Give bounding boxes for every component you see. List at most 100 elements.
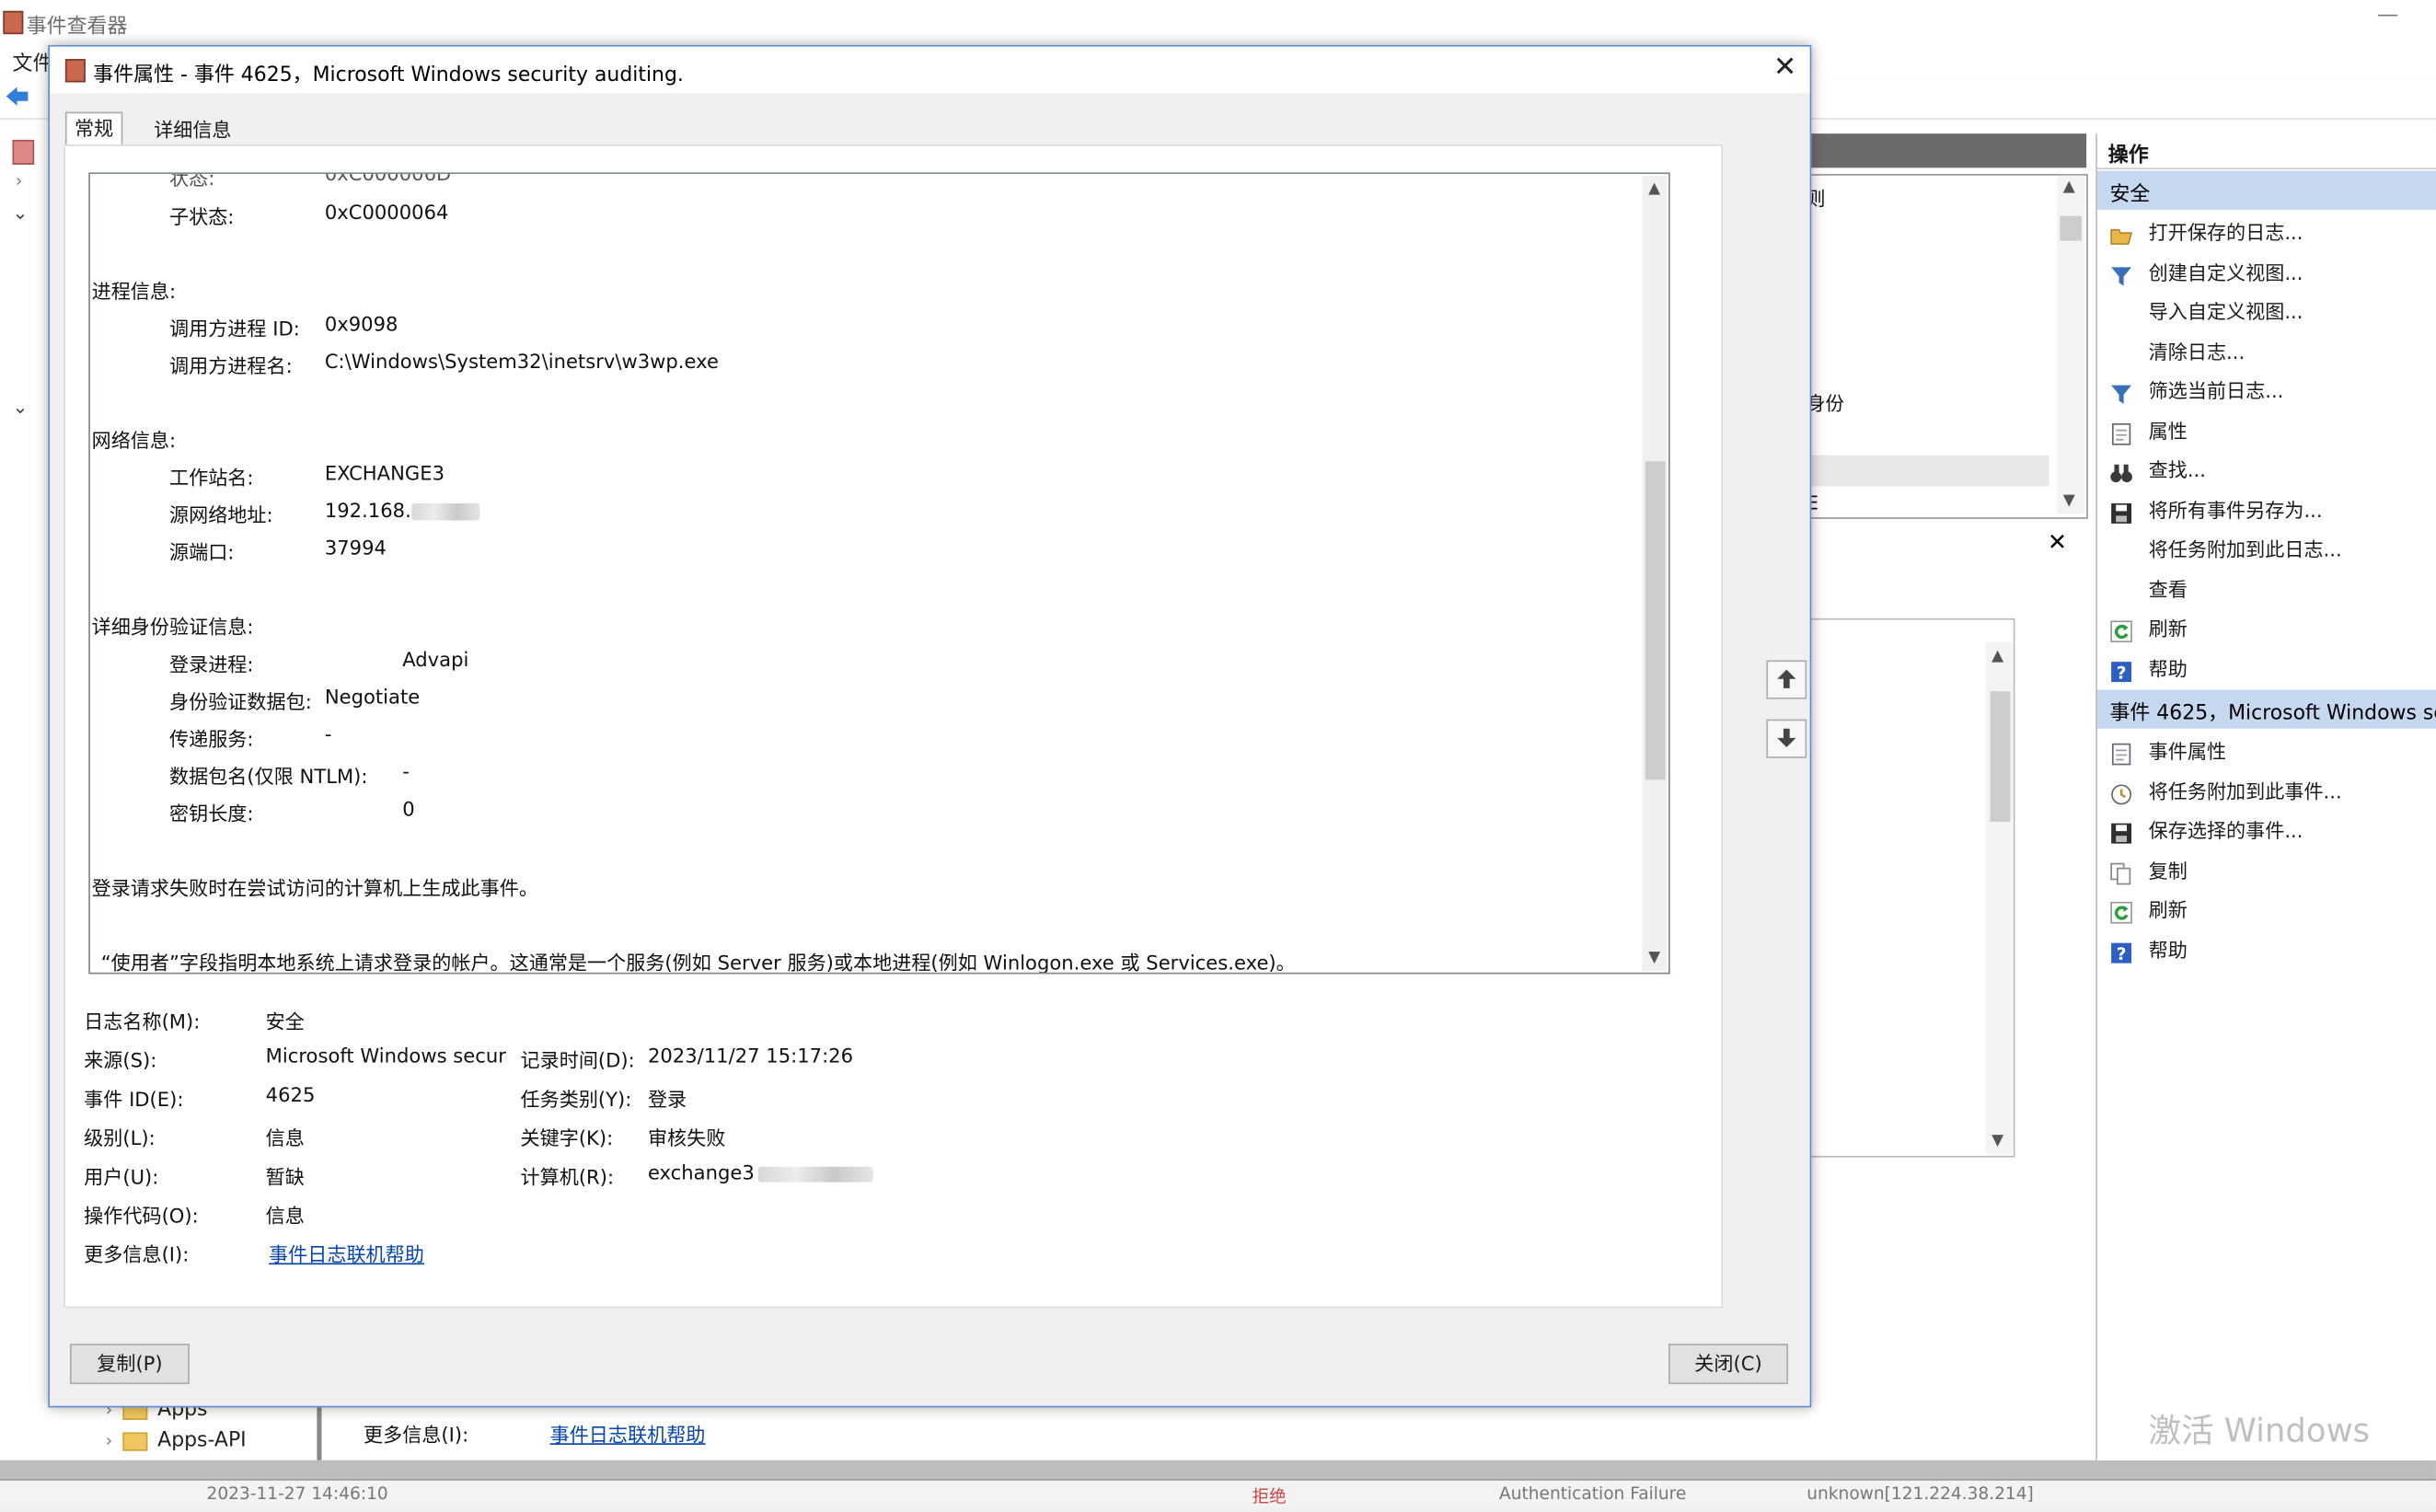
blank-icon [2109, 574, 2132, 597]
save-icon [2109, 815, 2132, 844]
tree-collapse-icon[interactable]: ⌄ [13, 202, 29, 224]
event-viewer-icon [3, 10, 24, 35]
action-log-item[interactable]: 创建自定义视图... [2097, 249, 2436, 288]
refresh-icon [2109, 614, 2132, 643]
copy-icon [2109, 855, 2132, 884]
back-arrow-icon[interactable] [5, 86, 29, 108]
action-event-item[interactable]: 刷新 [2097, 887, 2436, 926]
preview-scrollbar[interactable]: ▲ ▼ [1985, 641, 2014, 1155]
more-info-label: 更多信息(I): [84, 1242, 190, 1266]
main-window-title: 事件查看器 [26, 15, 128, 40]
filter-icon [2109, 376, 2132, 404]
action-log-item[interactable]: 将所有事件另存为... [2097, 487, 2436, 525]
action-log-item[interactable]: 刷新 [2097, 606, 2436, 644]
event-list[interactable]: 则 身份 E ▲ ▼ [1802, 174, 2088, 519]
action-log-item[interactable]: ? 帮助 [2097, 645, 2436, 684]
preview-more-info-link[interactable]: 事件日志联机帮助 [550, 1418, 706, 1448]
computer-label: 计算机(R): [520, 1165, 615, 1189]
action-log-item[interactable]: 筛选当前日志... [2097, 368, 2436, 407]
keywords-value: 审核失败 [647, 1125, 726, 1150]
user-label: 用户(U): [84, 1165, 159, 1189]
level-value: 信息 [265, 1125, 305, 1150]
preview-more-info-label: 更多信息(I): [364, 1423, 469, 1447]
actions-section-security[interactable]: 安全 [2096, 170, 2436, 210]
tree-item-apps-api[interactable]: › Apps-API [106, 1429, 247, 1452]
properties-icon [2109, 736, 2132, 766]
action-event-item-label: 刷新 [2148, 897, 2188, 922]
open-folder-icon [2109, 217, 2133, 245]
next-event-button[interactable] [1766, 719, 1807, 758]
action-event-item-label: 事件属性 [2148, 739, 2227, 763]
event-id-value: 4625 [265, 1082, 316, 1106]
redacted-hostname: . [757, 1165, 873, 1182]
action-event-item-label: 帮助 [2148, 937, 2188, 962]
action-event-item[interactable]: ? 帮助 [2097, 927, 2436, 965]
tab-general[interactable]: 常规 [64, 111, 123, 146]
selected-row[interactable] [1803, 455, 2049, 487]
opcode-label: 操作代码(O): [84, 1204, 199, 1228]
preview-pane: ▲ ▼ [1802, 617, 2015, 1158]
action-log-item-label: 将所有事件另存为... [2148, 498, 2323, 522]
source-label: 来源(S): [84, 1048, 157, 1072]
event-description[interactable]: 状态: 0xC000006D 子状态: 0xC0000064 进程信息: 调用方… [88, 172, 1670, 975]
folder-icon [123, 1431, 149, 1450]
action-log-item[interactable]: 清除日志... [2097, 329, 2436, 367]
keywords-label: 关键字(K): [520, 1125, 614, 1150]
user-value: 暂缺 [265, 1165, 305, 1189]
action-event-item[interactable]: 将任务附加到此事件... [2097, 768, 2436, 807]
refresh-icon [2109, 895, 2132, 924]
action-event-item[interactable]: 保存选择的事件... [2097, 808, 2436, 847]
blank-icon [2109, 535, 2132, 558]
previous-event-button[interactable] [1766, 660, 1807, 699]
online-help-link[interactable]: 事件日志联机帮助 [269, 1238, 424, 1267]
action-event-item[interactable]: 复制 [2097, 848, 2436, 886]
scroll-down-icon[interactable]: ▼ [1648, 949, 1660, 966]
action-log-item-label: 导入自定义视图... [2148, 299, 2303, 324]
help-icon: ? [2109, 934, 2132, 964]
action-log-item[interactable]: 查看 [2097, 566, 2436, 605]
description-scroll-thumb[interactable] [1645, 461, 1666, 780]
task-category-label: 任务类别(Y): [520, 1087, 632, 1111]
tab-details[interactable]: 详细信息 [146, 115, 239, 146]
action-log-item[interactable]: 属性 [2097, 408, 2436, 446]
action-log-item[interactable]: 打开保存的日志... [2097, 210, 2436, 248]
action-log-item[interactable]: 查找... [2097, 447, 2436, 486]
task-category-value: 登录 [647, 1087, 687, 1111]
save-icon [2109, 495, 2132, 524]
close-button[interactable]: 关闭(C) [1668, 1344, 1789, 1385]
copy-button[interactable]: 复制(P) [69, 1344, 190, 1385]
actions-section-event[interactable]: 事件 4625，Microsoft Windows se [2096, 689, 2436, 729]
action-event-item[interactable]: 事件属性 [2097, 729, 2436, 768]
action-log-item[interactable]: 将任务附加到此日志... [2097, 526, 2436, 565]
scroll-up-icon[interactable]: ▲ [1648, 180, 1660, 198]
main-window-titlebar: 事件查看器 — [0, 0, 2436, 44]
menu-file[interactable]: 文件 [13, 47, 53, 75]
logged-value: 2023/11/27 15:17:26 [647, 1044, 854, 1068]
actions-header: 操作 [2096, 133, 2436, 170]
level-label: 级别(L): [84, 1125, 156, 1150]
help-icon: ? [2109, 653, 2132, 683]
blank-icon [2109, 296, 2132, 319]
action-log-item-label: 清除日志... [2148, 339, 2246, 364]
minimize-button[interactable]: — [2377, 3, 2399, 28]
svg-text:?: ? [2117, 664, 2127, 683]
dialog-titlebar: 事件属性 - 事件 4625，Microsoft Windows securit… [50, 46, 1810, 94]
event-list-scrollbar[interactable]: ▲ ▼ [2057, 175, 2085, 514]
horizontal-scrollbar[interactable] [0, 1460, 2436, 1480]
tree-expand-icon[interactable]: › [16, 171, 22, 191]
action-log-item-label: 筛选当前日志... [2148, 378, 2284, 403]
action-log-item[interactable]: 导入自定义视图... [2097, 289, 2436, 328]
dialog-title: 事件属性 - 事件 4625，Microsoft Windows securit… [93, 63, 684, 87]
tree-collapse-icon[interactable]: ⌄ [13, 396, 29, 418]
source-value: Microsoft Windows secur [265, 1044, 506, 1068]
properties-icon [2109, 416, 2132, 444]
action-log-item-label: 刷新 [2148, 617, 2188, 641]
pane-splitter[interactable] [317, 1405, 322, 1460]
actions-pane: 操作 安全 打开保存的日志... 创建自定义视图... 导入自定义视图... 清除日志… [2095, 133, 2436, 1460]
dialog-close-icon[interactable]: ✕ [1766, 52, 1804, 84]
opcode-value: 信息 [265, 1204, 305, 1228]
action-log-item-label: 打开保存的日志... [2148, 220, 2303, 245]
event-list-header [1802, 133, 2087, 168]
action-log-item-label: 创建自定义视图... [2148, 260, 2303, 284]
preview-close-icon[interactable]: ✕ [2048, 528, 2067, 556]
